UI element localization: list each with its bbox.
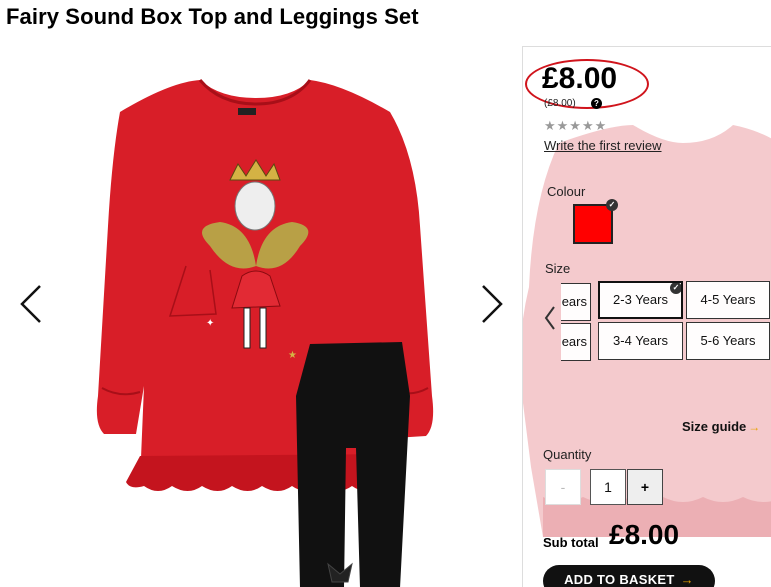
svg-text:★: ★ [288, 350, 297, 361]
colour-label: Colour [547, 184, 586, 199]
price: £8.00 [542, 62, 618, 95]
size-option-label: 2-3 Years [613, 292, 668, 307]
chevron-right-icon[interactable] [477, 282, 507, 326]
arrow-right-icon: → [680, 572, 694, 587]
product-details-panel: £8.00 (£8.00) ? ★★★★★ Write the first re… [522, 46, 771, 587]
quantity-increase-button[interactable]: + [627, 469, 663, 505]
add-to-basket-button[interactable]: ADD TO BASKET → [543, 565, 715, 587]
size-option-partial[interactable]: ears [561, 323, 591, 361]
arrow-right-icon: → [748, 420, 761, 434]
check-icon: ✓ [670, 283, 681, 294]
subtotal-label: Sub total [543, 535, 599, 550]
unit-price: (£8.00) [544, 98, 576, 109]
size-option-4-5-years[interactable]: 4-5 Years [686, 281, 770, 319]
quantity-decrease-button[interactable]: - [545, 469, 581, 505]
product-title: Fairy Sound Box Top and Leggings Set [6, 4, 419, 29]
size-label: Size [545, 261, 571, 276]
product-image: ✦ ★ [96, 79, 434, 587]
size-option-3-4-years[interactable]: 3-4 Years [598, 322, 683, 360]
size-option-partial[interactable]: ears [561, 283, 591, 321]
size-guide-label: Size guide [682, 419, 747, 434]
help-icon[interactable]: ? [591, 98, 602, 109]
size-guide-link[interactable]: Size guide → [682, 419, 760, 434]
rating-stars: ★★★★★ [544, 118, 608, 133]
size-scroll-left-icon[interactable] [543, 304, 557, 332]
write-review-link[interactable]: Write the first review [544, 138, 662, 153]
subtotal-value: £8.00 [609, 519, 680, 550]
svg-text:✦: ✦ [206, 318, 214, 329]
size-option-5-6-years[interactable]: 5-6 Years [686, 322, 770, 360]
quantity-input[interactable]: 1 [590, 469, 626, 505]
size-option-2-3-years[interactable]: 2-3 Years ✓ [598, 281, 683, 319]
add-to-basket-label: ADD TO BASKET [564, 572, 675, 587]
product-gallery: ✦ ★ [10, 46, 515, 587]
quantity-label: Quantity [543, 447, 592, 462]
colour-swatch-red[interactable]: ✓ [573, 199, 618, 244]
check-icon: ✓ [606, 199, 618, 211]
chevron-left-icon[interactable] [16, 282, 46, 326]
